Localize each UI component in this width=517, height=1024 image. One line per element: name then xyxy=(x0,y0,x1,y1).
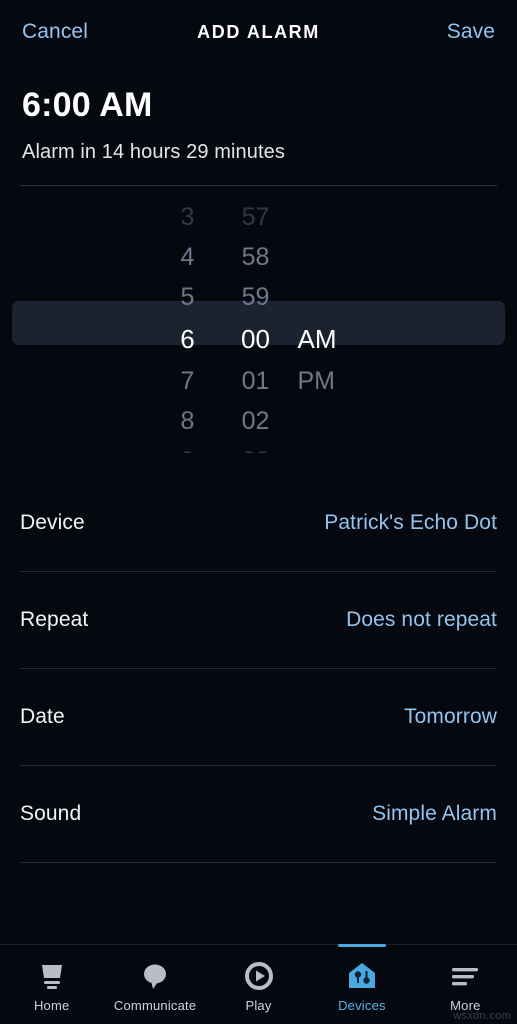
nav-item-communicate[interactable]: Communicate xyxy=(103,945,206,1024)
wheel-item[interactable]: 01 xyxy=(222,361,290,401)
wheel-item[interactable]: 03 xyxy=(222,441,290,453)
add-alarm-screen: Cancel ADD ALARM Save 6:00 AM Alarm in 1… xyxy=(0,0,517,1024)
wheel-item[interactable]: 9 xyxy=(154,441,222,453)
cancel-button[interactable]: Cancel xyxy=(22,20,88,44)
nav-item-label: Devices xyxy=(338,997,386,1013)
wheel-item[interactable]: 4 xyxy=(154,237,222,277)
settings-row-device[interactable]: Device Patrick's Echo Dot xyxy=(20,475,497,571)
settings-row-label: Date xyxy=(20,705,65,729)
settings-row-value[interactable]: Patrick's Echo Dot xyxy=(324,511,497,535)
wheel-item-selected-hour[interactable]: 6 xyxy=(154,317,222,361)
save-button[interactable]: Save xyxy=(447,20,495,44)
top-bar: Cancel ADD ALARM Save xyxy=(0,0,517,64)
wheel-item-spacer xyxy=(290,237,364,277)
settings-row-label: Sound xyxy=(20,802,82,826)
hamburger-menu-icon xyxy=(448,961,482,991)
nav-item-label: Play xyxy=(245,997,272,1013)
wheel-item-spacer xyxy=(290,197,364,237)
watermark-text: wsxdn.com xyxy=(453,1010,511,1022)
settings-row-value[interactable]: Tomorrow xyxy=(404,705,497,729)
wheel-item[interactable]: 8 xyxy=(154,401,222,441)
summary-divider xyxy=(20,185,497,187)
wheel-item[interactable]: 02 xyxy=(222,401,290,441)
wheel-item-selected-meridiem[interactable]: AM xyxy=(290,317,364,361)
nav-item-play[interactable]: Play xyxy=(207,945,310,1024)
wheel-item[interactable]: 3 xyxy=(154,197,222,237)
wheel-item[interactable]: 59 xyxy=(222,277,290,317)
alarm-summary: 6:00 AM Alarm in 14 hours 29 minutes xyxy=(0,64,517,164)
nav-item-label: Home xyxy=(33,997,70,1013)
settings-row-label: Device xyxy=(20,511,85,535)
settings-row-date[interactable]: Date Tomorrow xyxy=(20,669,497,765)
alarm-countdown-text: Alarm in 14 hours 29 minutes xyxy=(22,141,285,164)
time-picker[interactable]: 2 3 4 5 6 7 8 9 10 56 57 58 59 00 xyxy=(0,193,517,453)
wheel-item-spacer xyxy=(290,277,364,317)
alarm-time-display: 6:00 AM xyxy=(22,86,153,124)
wheel-item[interactable]: 57 xyxy=(222,197,290,237)
play-circle-icon xyxy=(242,961,276,991)
active-tab-indicator xyxy=(337,944,386,947)
wheel-item[interactable]: PM xyxy=(290,361,364,401)
settings-row-label: Repeat xyxy=(20,608,89,632)
settings-row-sound[interactable]: Sound Simple Alarm xyxy=(20,766,497,862)
nav-item-label: Communicate xyxy=(113,997,197,1013)
wheel-item[interactable]: 58 xyxy=(222,237,290,277)
bottom-navigation: Home Communicate Play Devices More xyxy=(0,944,517,1024)
wheel-item[interactable]: 5 xyxy=(154,277,222,317)
wheel-item-selected-minute[interactable]: 00 xyxy=(222,317,290,361)
list-divider xyxy=(20,862,497,864)
nav-item-devices[interactable]: Devices xyxy=(310,944,413,1024)
smart-home-icon xyxy=(345,961,379,991)
echo-speaker-icon xyxy=(35,961,69,991)
speech-bubble-icon xyxy=(138,961,172,991)
settings-row-repeat[interactable]: Repeat Does not repeat xyxy=(20,572,497,668)
settings-row-value[interactable]: Simple Alarm xyxy=(372,802,497,826)
alarm-settings-list: Device Patrick's Echo Dot Repeat Does no… xyxy=(0,475,517,864)
wheel-item[interactable]: 7 xyxy=(154,361,222,401)
nav-item-home[interactable]: Home xyxy=(0,945,103,1024)
settings-row-value[interactable]: Does not repeat xyxy=(346,608,497,632)
